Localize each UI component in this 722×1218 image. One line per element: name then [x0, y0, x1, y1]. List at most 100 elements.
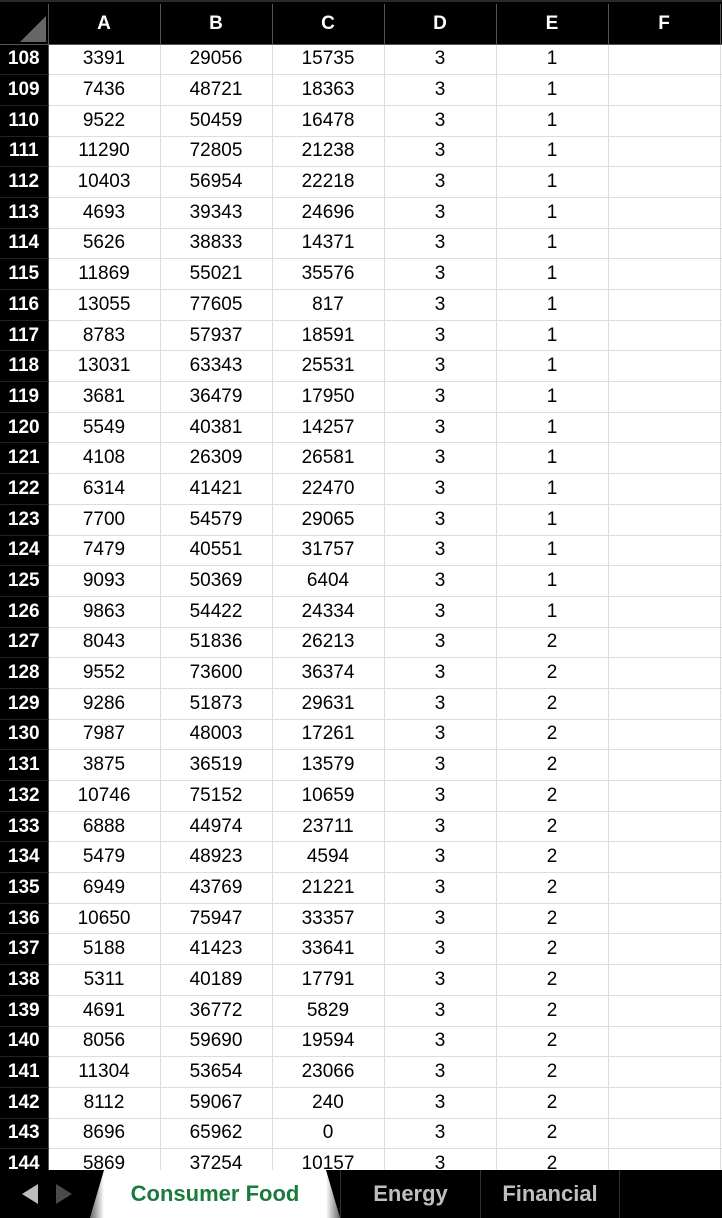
cell-A124[interactable]: 7479 — [48, 535, 160, 566]
cell-A131[interactable]: 3875 — [48, 750, 160, 781]
cell-A134[interactable]: 5479 — [48, 842, 160, 873]
row-header-135[interactable]: 135 — [0, 873, 48, 904]
cell-B119[interactable]: 36479 — [160, 382, 272, 413]
cell-A144[interactable]: 5869 — [48, 1149, 160, 1170]
cell-F138[interactable] — [608, 965, 720, 996]
cell-C110[interactable]: 16478 — [272, 105, 384, 136]
cell-C118[interactable]: 25531 — [272, 351, 384, 382]
cell-A108[interactable]: 3391 — [48, 44, 160, 75]
cell-D126[interactable]: 3 — [384, 596, 496, 627]
cell-A126[interactable]: 9863 — [48, 596, 160, 627]
cell-E129[interactable]: 2 — [496, 688, 608, 719]
cell-B129[interactable]: 51873 — [160, 688, 272, 719]
cell-D122[interactable]: 3 — [384, 474, 496, 505]
cell-D115[interactable]: 3 — [384, 259, 496, 290]
column-header-C[interactable]: C — [272, 4, 384, 44]
cell-F143[interactable] — [608, 1118, 720, 1149]
cell-D140[interactable]: 3 — [384, 1026, 496, 1057]
cell-D112[interactable]: 3 — [384, 167, 496, 198]
cell-F127[interactable] — [608, 627, 720, 658]
cell-C125[interactable]: 6404 — [272, 566, 384, 597]
cell-A142[interactable]: 8112 — [48, 1087, 160, 1118]
cell-E114[interactable]: 1 — [496, 228, 608, 259]
cell-C142[interactable]: 240 — [272, 1087, 384, 1118]
cell-C122[interactable]: 22470 — [272, 474, 384, 505]
cell-C108[interactable]: 15735 — [272, 44, 384, 75]
column-header-A[interactable]: A — [48, 4, 160, 44]
cell-C117[interactable]: 18591 — [272, 320, 384, 351]
cell-C123[interactable]: 29065 — [272, 504, 384, 535]
cell-E136[interactable]: 2 — [496, 903, 608, 934]
cell-D127[interactable]: 3 — [384, 627, 496, 658]
row-header-136[interactable]: 136 — [0, 903, 48, 934]
cell-F118[interactable] — [608, 351, 720, 382]
cell-D133[interactable]: 3 — [384, 811, 496, 842]
cell-E109[interactable]: 1 — [496, 75, 608, 106]
row-header-116[interactable]: 116 — [0, 290, 48, 321]
cell-D119[interactable]: 3 — [384, 382, 496, 413]
cell-F134[interactable] — [608, 842, 720, 873]
cell-B114[interactable]: 38833 — [160, 228, 272, 259]
cell-B122[interactable]: 41421 — [160, 474, 272, 505]
cell-E121[interactable]: 1 — [496, 443, 608, 474]
cell-F133[interactable] — [608, 811, 720, 842]
row-header-142[interactable]: 142 — [0, 1087, 48, 1118]
cell-C109[interactable]: 18363 — [272, 75, 384, 106]
row-header-114[interactable]: 114 — [0, 228, 48, 259]
row-header-123[interactable]: 123 — [0, 504, 48, 535]
cell-E143[interactable]: 2 — [496, 1118, 608, 1149]
cell-B140[interactable]: 59690 — [160, 1026, 272, 1057]
cell-E139[interactable]: 2 — [496, 995, 608, 1026]
cell-F122[interactable] — [608, 474, 720, 505]
cell-E142[interactable]: 2 — [496, 1087, 608, 1118]
cell-F136[interactable] — [608, 903, 720, 934]
cell-B123[interactable]: 54579 — [160, 504, 272, 535]
cell-A111[interactable]: 11290 — [48, 136, 160, 167]
cell-C128[interactable]: 36374 — [272, 658, 384, 689]
select-all-corner[interactable] — [0, 4, 48, 44]
cell-B137[interactable]: 41423 — [160, 934, 272, 965]
cell-B126[interactable]: 54422 — [160, 596, 272, 627]
cell-F141[interactable] — [608, 1057, 720, 1088]
cell-F119[interactable] — [608, 382, 720, 413]
row-header-112[interactable]: 112 — [0, 167, 48, 198]
cell-A136[interactable]: 10650 — [48, 903, 160, 934]
cell-B144[interactable]: 37254 — [160, 1149, 272, 1170]
cell-B124[interactable]: 40551 — [160, 535, 272, 566]
cell-B133[interactable]: 44974 — [160, 811, 272, 842]
cell-F120[interactable] — [608, 412, 720, 443]
cell-D121[interactable]: 3 — [384, 443, 496, 474]
cell-A120[interactable]: 5549 — [48, 412, 160, 443]
cell-F124[interactable] — [608, 535, 720, 566]
row-header-132[interactable]: 132 — [0, 781, 48, 812]
cell-B134[interactable]: 48923 — [160, 842, 272, 873]
cell-C115[interactable]: 35576 — [272, 259, 384, 290]
cell-D113[interactable]: 3 — [384, 197, 496, 228]
row-header-131[interactable]: 131 — [0, 750, 48, 781]
cell-F131[interactable] — [608, 750, 720, 781]
cell-B120[interactable]: 40381 — [160, 412, 272, 443]
cell-A139[interactable]: 4691 — [48, 995, 160, 1026]
cell-C138[interactable]: 17791 — [272, 965, 384, 996]
cell-C137[interactable]: 33641 — [272, 934, 384, 965]
cell-D110[interactable]: 3 — [384, 105, 496, 136]
cell-A135[interactable]: 6949 — [48, 873, 160, 904]
cell-A129[interactable]: 9286 — [48, 688, 160, 719]
cell-C112[interactable]: 22218 — [272, 167, 384, 198]
row-header-113[interactable]: 113 — [0, 197, 48, 228]
cell-E127[interactable]: 2 — [496, 627, 608, 658]
cell-C144[interactable]: 10157 — [272, 1149, 384, 1170]
row-header-122[interactable]: 122 — [0, 474, 48, 505]
cell-B116[interactable]: 77605 — [160, 290, 272, 321]
cell-E131[interactable]: 2 — [496, 750, 608, 781]
cell-F139[interactable] — [608, 995, 720, 1026]
cell-F121[interactable] — [608, 443, 720, 474]
cell-F117[interactable] — [608, 320, 720, 351]
cell-A141[interactable]: 11304 — [48, 1057, 160, 1088]
cell-F128[interactable] — [608, 658, 720, 689]
cell-D108[interactable]: 3 — [384, 44, 496, 75]
cell-D134[interactable]: 3 — [384, 842, 496, 873]
cell-D114[interactable]: 3 — [384, 228, 496, 259]
cell-E144[interactable]: 2 — [496, 1149, 608, 1170]
row-header-130[interactable]: 130 — [0, 719, 48, 750]
